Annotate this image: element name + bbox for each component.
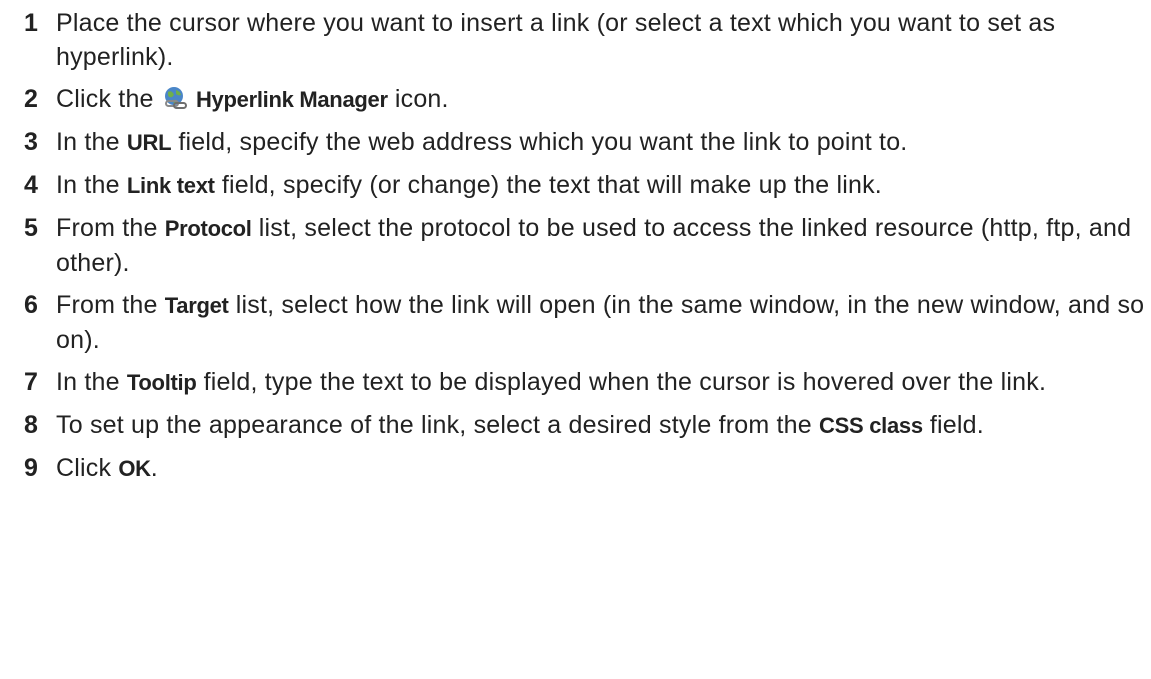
step-text: In the [56,128,127,156]
step-text: In the [56,368,127,396]
ui-term: Hyperlink Manager [195,87,388,112]
step-9: 9 Click OK. [0,451,1151,486]
step-text: In the [56,171,127,199]
step-text: field. [922,411,984,439]
hyperlink-manager-icon [161,85,189,113]
step-4: 4 In the Link text field, specify (or cha… [0,168,1151,203]
step-1: 1 Place the cursor where you want to inse… [0,6,1151,74]
step-text: From the [56,214,165,242]
step-number: 6 [24,291,39,319]
step-2: 2 Click the Hyperlink Manager icon. [0,82,1151,117]
ui-term: Target [164,293,229,318]
step-text: field, type the text to be displayed whe… [196,368,1047,396]
ui-term: CSS class [819,413,923,438]
step-text: Click [56,454,119,482]
step-number: 2 [24,85,39,113]
step-number: 1 [24,9,39,37]
step-text: field, specify (or change) the text that… [214,171,882,199]
step-7: 7 In the Tooltip field, type the text to … [0,365,1151,400]
step-3: 3 In the URL field, specify the web addre… [0,125,1151,160]
step-5: 5 From the Protocol list, select the prot… [0,211,1151,280]
ui-term: Protocol [164,216,252,241]
step-text [189,85,196,113]
step-6: 6 From the Target list, select how the li… [0,288,1151,357]
step-text: To set up the appearance of the link, se… [56,411,820,439]
step-number: 8 [24,411,39,439]
ui-term: Tooltip [126,370,197,395]
step-8: 8 To set up the appearance of the link, s… [0,408,1151,443]
step-text: field, specify the web address which you… [171,128,908,156]
step-text: From the [56,291,165,319]
ui-term: OK [118,456,151,481]
ui-term: URL [126,130,172,155]
step-number: 9 [24,454,39,482]
step-text: icon. [387,85,449,113]
step-text: . [150,454,158,482]
step-number: 3 [24,128,39,156]
ui-term: Link text [126,173,215,198]
step-number: 5 [24,214,39,242]
step-text: Click the [56,85,161,113]
instruction-steps-list: 1 Place the cursor where you want to inse… [0,0,1151,486]
step-number: 4 [24,171,39,199]
step-number: 7 [24,368,39,396]
step-text: Place the cursor where you want to inser… [56,9,1056,71]
